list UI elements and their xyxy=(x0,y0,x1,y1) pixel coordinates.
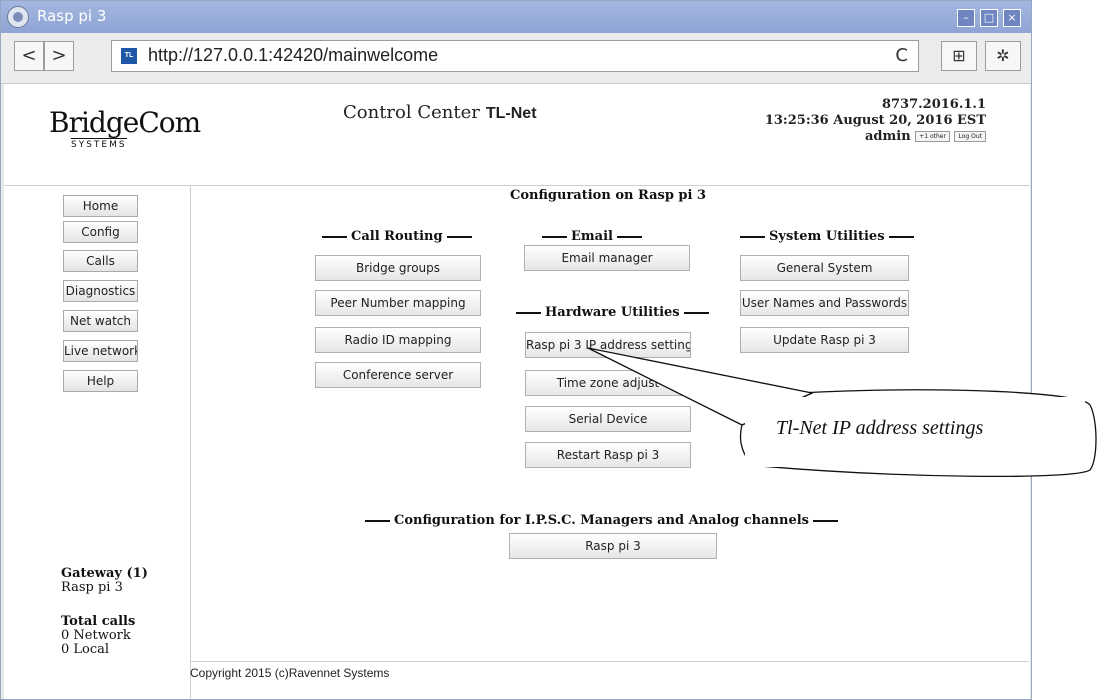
web-page: BridgeCom SYSTEMS Control Center TL-Net 8… xyxy=(4,84,1030,699)
gateway-name: Rasp pi 3 xyxy=(61,580,123,595)
general-system-button[interactable]: General System xyxy=(740,255,909,281)
page-footer: Copyright 2015 (c)Ravennet Systems xyxy=(190,661,1029,684)
copyright-text: Copyright 2015 (c)Ravennet Systems xyxy=(190,666,390,680)
username: admin xyxy=(865,129,911,144)
local-calls: 0 Local xyxy=(61,642,110,657)
call-routing-heading: Call Routing xyxy=(318,229,476,244)
email-manager-button[interactable]: Email manager xyxy=(524,245,690,271)
sidebar: Home Config Calls Diagnostics Net watch … xyxy=(4,185,191,699)
ipsc-rasp-pi-button[interactable]: Rasp pi 3 xyxy=(509,533,717,559)
maximize-icon[interactable]: □ xyxy=(980,9,998,27)
reload-icon[interactable]: C xyxy=(895,45,908,66)
close-icon[interactable]: × xyxy=(1003,9,1021,27)
logo-sub: SYSTEMS xyxy=(71,138,127,150)
hardware-utilities-heading: Hardware Utilities xyxy=(512,305,713,320)
peer-number-mapping-button[interactable]: Peer Number mapping xyxy=(315,290,481,316)
callout-text: Tl-Net IP address settings xyxy=(776,417,984,439)
datetime-text: 13:25:36 August 20, 2016 EST xyxy=(764,113,986,128)
app-icon xyxy=(7,6,29,28)
ip-address-settings-button[interactable]: Rasp pi 3 IP address settings xyxy=(525,332,691,358)
network-calls: 0 Network xyxy=(61,628,131,643)
window-title: Rasp pi 3 xyxy=(37,7,107,25)
radio-id-mapping-button[interactable]: Radio ID mapping xyxy=(315,327,481,353)
total-calls-info: Total calls 0 Network 0 Local xyxy=(61,615,135,657)
bookmark-icon[interactable]: ⊞ xyxy=(941,41,977,71)
update-button[interactable]: Update Rasp pi 3 xyxy=(740,327,909,353)
browser-toolbar: < > TL http://127.0.0.1:42420/mainwelcom… xyxy=(1,33,1031,84)
email-heading: Email xyxy=(538,229,646,244)
page-header: BridgeCom SYSTEMS Control Center TL-Net 8… xyxy=(4,84,1030,186)
conference-server-button[interactable]: Conference server xyxy=(315,362,481,388)
logo-brand: BridgeCom xyxy=(49,106,201,139)
serial-device-button[interactable]: Serial Device xyxy=(525,406,691,432)
page-title: Control Center TL-Net xyxy=(343,102,537,123)
sidebar-item-net-watch[interactable]: Net watch xyxy=(63,310,138,332)
sidebar-item-config[interactable]: Config xyxy=(63,221,138,243)
favicon-icon: TL xyxy=(121,48,137,64)
restart-button[interactable]: Restart Rasp pi 3 xyxy=(525,442,691,468)
gateway-info: Gateway (1) Rasp pi 3 xyxy=(61,567,148,595)
main-content: Configuration on Rasp pi 3 Call Routing … xyxy=(191,185,1030,699)
backup-heading-partial: Bac xyxy=(736,389,796,404)
sidebar-item-calls[interactable]: Calls xyxy=(63,250,138,272)
url-text[interactable]: http://127.0.0.1:42420/mainwelcome xyxy=(148,45,438,66)
time-zone-adjust-button[interactable]: Time zone adjust xyxy=(525,370,691,396)
system-utilities-heading: System Utilities xyxy=(736,229,918,244)
minimize-icon[interactable]: – xyxy=(957,9,975,27)
backup-heading-partial-end: ure xyxy=(857,389,915,404)
header-info: 8737.2016.1.1 13:25:36 August 20, 2016 E… xyxy=(765,97,986,145)
sidebar-item-home[interactable]: Home xyxy=(63,195,138,217)
title-bar: Rasp pi 3 – □ × xyxy=(1,1,1031,33)
control-center-label: Control Center xyxy=(343,102,480,123)
configuration-title: Configuration on Rasp pi 3 xyxy=(510,188,707,203)
sidebar-item-help[interactable]: Help xyxy=(63,370,138,392)
sidebar-item-diagnostics[interactable]: Diagnostics xyxy=(63,280,138,302)
forward-button[interactable]: > xyxy=(44,41,74,71)
other-users-button[interactable]: +1 other xyxy=(915,131,950,142)
gateway-title: Gateway (1) xyxy=(61,566,148,581)
browser-window: Rasp pi 3 – □ × < > TL http://127.0.0.1:… xyxy=(0,0,1032,700)
bridge-groups-button[interactable]: Bridge groups xyxy=(315,255,481,281)
product-name: TL-Net xyxy=(485,105,537,122)
gear-icon[interactable]: ✲ xyxy=(985,41,1021,71)
bridgecom-logo: BridgeCom SYSTEMS xyxy=(49,106,249,166)
sidebar-item-live-network[interactable]: Live network xyxy=(63,340,138,362)
user-names-passwords-button[interactable]: User Names and Passwords xyxy=(740,290,909,316)
total-calls-title: Total calls xyxy=(61,614,136,629)
ipsc-heading: Configuration for I.P.S.C. Managers and … xyxy=(361,513,842,528)
logout-button[interactable]: Log Out xyxy=(954,131,986,142)
address-bar[interactable]: TL http://127.0.0.1:42420/mainwelcome C xyxy=(111,40,919,72)
back-button[interactable]: < xyxy=(14,41,44,71)
version-text: 8737.2016.1.1 xyxy=(881,97,986,112)
